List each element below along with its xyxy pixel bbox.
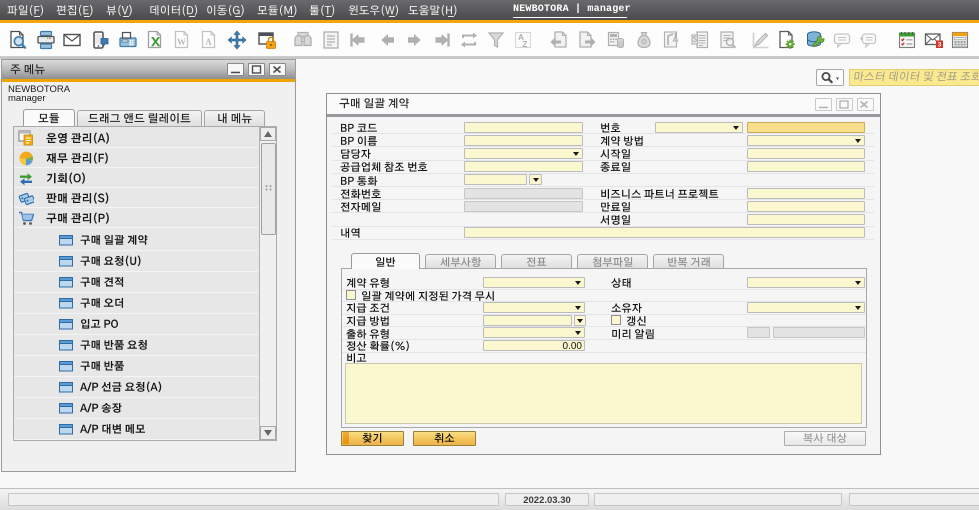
svg-text:Z: Z [523, 40, 528, 49]
svg-text:W: W [177, 37, 186, 47]
svg-text:$: $ [692, 35, 697, 44]
svg-text:A: A [205, 37, 212, 47]
svg-text:3: 3 [938, 42, 942, 49]
